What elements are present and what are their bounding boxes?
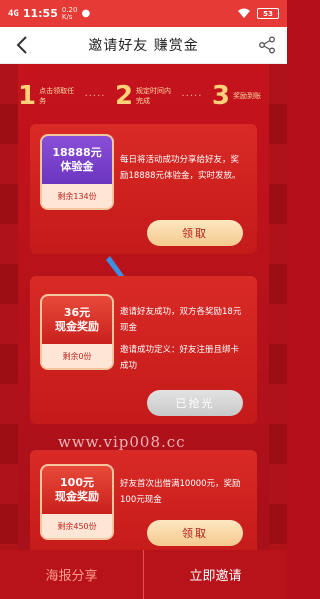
badge-amount: 18888元 bbox=[52, 146, 102, 159]
reward-badge: 18888元 体验金 剩余134份 bbox=[42, 136, 112, 208]
chevron-left-icon bbox=[16, 36, 27, 54]
badge-type: 体验金 bbox=[60, 160, 94, 173]
task-steps: 1 点击领取任务 ····· 2 规定时间内完成 ····· 3 奖励到账 bbox=[18, 76, 269, 116]
step-text: 奖励到账 bbox=[232, 92, 261, 100]
network-speed-unit: K/s bbox=[61, 12, 73, 21]
back-button[interactable] bbox=[10, 33, 34, 57]
reward-badge: 36元 现金奖励 剩余0份 bbox=[42, 296, 112, 368]
status-bar: 4G 11:55 0.20 K/s ● 53 bbox=[0, 0, 287, 27]
step-1: 1 点击领取任务 bbox=[18, 83, 75, 109]
sold-out-button[interactable]: 已抢光 bbox=[147, 390, 243, 416]
page-title: 邀请好友 赚赏金 bbox=[88, 38, 199, 54]
claim-button[interactable]: 领取 bbox=[147, 220, 243, 246]
reward-card-cash-100: 100元 现金奖励 剩余450份 好友首次出借满10000元，奖励100元现金 … bbox=[30, 450, 257, 550]
step-text: 点击领取任务 bbox=[39, 87, 75, 105]
card-description: 好友首次出借满10000元，奖励100元现金 bbox=[120, 479, 241, 505]
remaining-count: 剩余134份 bbox=[42, 184, 112, 208]
step-number: 3 bbox=[211, 81, 230, 111]
badge-type: 现金奖励 bbox=[55, 490, 99, 503]
reward-card-cash-36: 36元 现金奖励 剩余0份 邀请好友成功，双方各奖励18元现金 邀请成功定义：好… bbox=[30, 276, 257, 424]
step-number: 1 bbox=[18, 81, 37, 111]
step-divider: ····· bbox=[181, 90, 203, 102]
remaining-count: 剩余450份 bbox=[42, 514, 112, 538]
badge-amount: 36元 bbox=[63, 306, 91, 319]
reward-card-experience: 18888元 体验金 剩余134份 每日将活动成功分享给好友，奖励18888元体… bbox=[30, 124, 257, 254]
side-decoration-right bbox=[269, 64, 287, 550]
battery-icon: 53 bbox=[257, 8, 279, 19]
poster-share-button[interactable]: 海报分享 bbox=[0, 550, 143, 599]
share-button[interactable] bbox=[255, 33, 279, 57]
step-2: 2 规定时间内完成 bbox=[115, 83, 172, 109]
remaining-count: 剩余0份 bbox=[42, 344, 112, 368]
network-speed: 0.20 K/s bbox=[61, 6, 78, 21]
card-definition: 邀请成功定义：好友注册且绑卡成功 bbox=[120, 345, 240, 371]
card-description: 邀请好友成功，双方各奖励18元现金 bbox=[120, 307, 242, 333]
notification-icon: ● bbox=[81, 8, 91, 19]
badge-type: 现金奖励 bbox=[55, 320, 99, 333]
main-content: 1 点击领取任务 ····· 2 规定时间内完成 ····· 3 奖励到账 18… bbox=[0, 64, 287, 550]
step-divider: ····· bbox=[84, 90, 106, 102]
step-3: 3 奖励到账 bbox=[212, 83, 269, 109]
status-time: 11:55 bbox=[22, 7, 58, 20]
watermark: www.vip008.cc bbox=[58, 433, 186, 451]
step-number: 2 bbox=[114, 81, 134, 111]
card-description: 每日将活动成功分享给好友，奖励18888元体验金，实时发放。 bbox=[120, 155, 241, 181]
claim-button[interactable]: 领取 bbox=[147, 520, 243, 546]
share-icon bbox=[259, 36, 275, 54]
invite-now-button[interactable]: 立即邀请 bbox=[143, 550, 287, 599]
badge-amount: 100元 bbox=[60, 476, 94, 489]
step-text: 规定时间内完成 bbox=[136, 87, 172, 105]
wifi-icon bbox=[238, 8, 250, 18]
side-decoration-left bbox=[0, 64, 18, 550]
signal-indicator: 4G bbox=[8, 8, 19, 19]
bottom-action-bar: 海报分享 立即邀请 bbox=[0, 550, 287, 599]
reward-badge: 100元 现金奖励 剩余450份 bbox=[42, 466, 112, 538]
nav-bar: 邀请好友 赚赏金 bbox=[0, 27, 287, 64]
